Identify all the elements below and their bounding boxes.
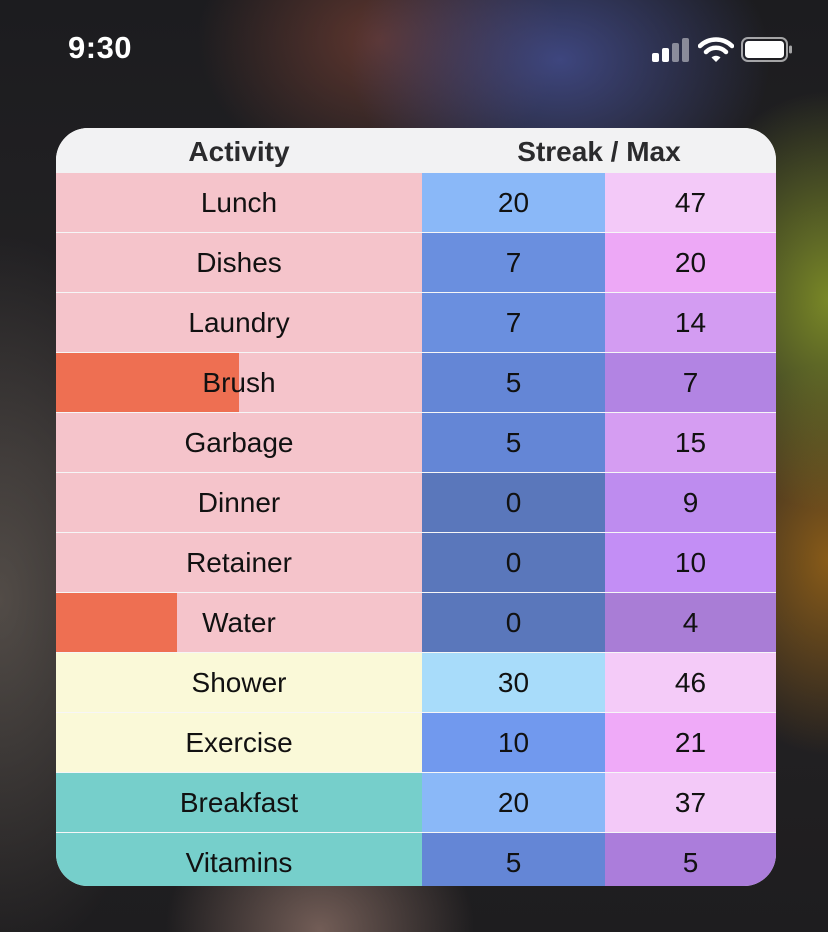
activity-cell: Dinner	[56, 473, 422, 532]
header-activity: Activity	[188, 136, 290, 167]
activity-progress-fill	[56, 593, 177, 652]
table-row[interactable]: Water 0 4	[56, 593, 776, 653]
streak-cell: 5	[422, 833, 605, 886]
streak-cell: 0	[422, 533, 605, 592]
max-cell: 46	[605, 653, 776, 712]
streak-cell: 20	[422, 173, 605, 232]
max-cell: 10	[605, 533, 776, 592]
activity-label: Exercise	[185, 727, 293, 758]
activity-label: Breakfast	[179, 787, 299, 818]
activity-label: Shower	[191, 667, 287, 698]
activity-cell: Retainer	[56, 533, 422, 592]
streak-cell: 20	[422, 773, 605, 832]
activity-cell: Water	[56, 593, 422, 652]
activity-cell: Brush	[56, 353, 422, 412]
activity-cell: Lunch	[56, 173, 422, 232]
table-row[interactable]: Breakfast 20 37	[56, 773, 776, 833]
activity-label: Garbage	[184, 427, 294, 458]
activity-label: Dinner	[197, 487, 281, 518]
max-cell: 15	[605, 413, 776, 472]
max-cell: 7	[605, 353, 776, 412]
activity-label: Laundry	[188, 307, 290, 338]
table-row[interactable]: Brush 5 7	[56, 353, 776, 413]
table-row[interactable]: Dishes 7 20	[56, 233, 776, 293]
max-cell: 21	[605, 713, 776, 772]
max-cell: 47	[605, 173, 776, 232]
max-cell: 5	[605, 833, 776, 886]
streak-cell: 7	[422, 233, 605, 292]
activity-label: Water	[202, 607, 276, 638]
max-cell: 14	[605, 293, 776, 352]
table-row[interactable]: Dinner 0 9	[56, 473, 776, 533]
table-row[interactable]: Shower 30 46	[56, 653, 776, 713]
table-row[interactable]: Vitamins 5 5	[56, 833, 776, 886]
max-cell: 9	[605, 473, 776, 532]
streak-cell: 10	[422, 713, 605, 772]
activity-cell: Vitamins	[56, 833, 422, 886]
activity-cell: Shower	[56, 653, 422, 712]
activity-label: Dishes	[196, 247, 282, 278]
activity-label: Retainer	[186, 547, 292, 578]
streak-cell: 5	[422, 353, 605, 412]
cellular-signal-icon	[652, 38, 690, 62]
activity-cell: Breakfast	[56, 773, 422, 832]
streak-cell: 30	[422, 653, 605, 712]
status-time: 9:30	[68, 30, 133, 65]
activity-table: Lunch 20 47 Dishes 7 20 Laundry 7 14 Brush 5 7 Garba…	[56, 173, 776, 886]
streak-widget[interactable]: Activity Streak / Max Lunch 20 47 Dishes 7 20…	[56, 128, 776, 886]
table-row[interactable]: Laundry 7 14	[56, 293, 776, 353]
table-row[interactable]: Retainer 0 10	[56, 533, 776, 593]
activity-cell: Dishes	[56, 233, 422, 292]
max-cell: 4	[605, 593, 776, 652]
activity-label: Lunch	[200, 187, 278, 218]
table-row[interactable]: Exercise 10 21	[56, 713, 776, 773]
activity-label: Brush	[202, 367, 276, 398]
status-bar: 9:30	[0, 0, 828, 100]
wifi-icon	[698, 37, 734, 62]
streak-cell: 7	[422, 293, 605, 352]
table-row[interactable]: Garbage 5 15	[56, 413, 776, 473]
max-cell: 20	[605, 233, 776, 292]
activity-label: Vitamins	[185, 847, 293, 878]
table-header: Activity Streak / Max	[56, 128, 776, 173]
streak-cell: 0	[422, 473, 605, 532]
table-row[interactable]: Lunch 20 47	[56, 173, 776, 233]
streak-cell: 5	[422, 413, 605, 472]
max-cell: 37	[605, 773, 776, 832]
activity-cell: Laundry	[56, 293, 422, 352]
activity-cell: Exercise	[56, 713, 422, 772]
header-streak-max: Streak / Max	[517, 136, 681, 167]
streak-cell: 0	[422, 593, 605, 652]
activity-cell: Garbage	[56, 413, 422, 472]
battery-icon	[741, 37, 792, 62]
